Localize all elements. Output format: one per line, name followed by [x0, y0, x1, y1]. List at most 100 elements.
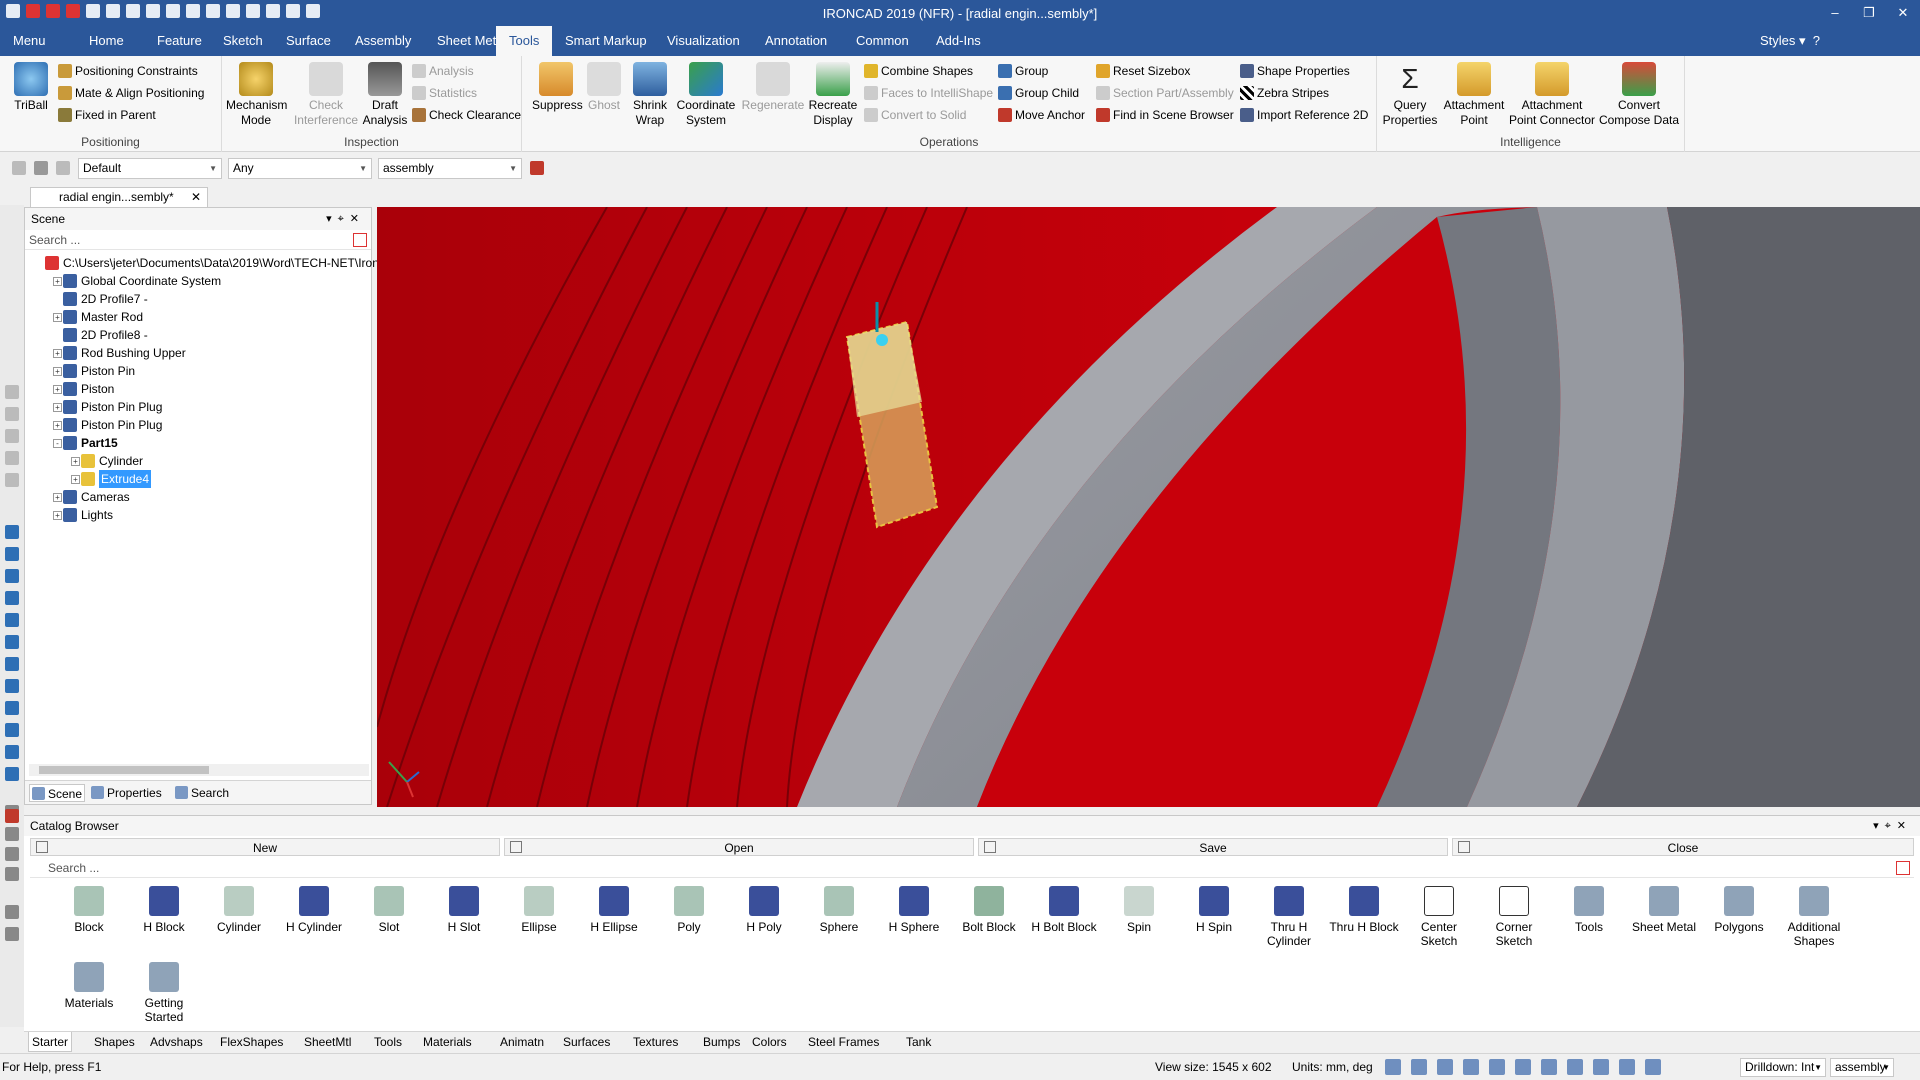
find-in-scene-browser-button[interactable]: Find in Scene Browser — [1096, 106, 1234, 124]
catalog-item[interactable]: Ellipse — [502, 886, 576, 934]
tool-icon[interactable] — [5, 905, 19, 919]
draft-analysis-button[interactable]: Draft Analysis — [360, 62, 410, 128]
scrollbar-thumb[interactable] — [39, 766, 209, 774]
catalog-tab[interactable]: SheetMtl — [301, 1032, 354, 1052]
tree-node[interactable]: + Global Coordinate System — [29, 272, 369, 290]
catalog-item[interactable]: H Sphere — [877, 886, 951, 934]
catalog-search-input[interactable]: Search ... — [30, 858, 1914, 878]
convert-to-solid-button[interactable]: Convert to Solid — [864, 106, 966, 124]
positioning-constraints-button[interactable]: Positioning Constraints — [58, 62, 198, 80]
horizontal-scrollbar[interactable] — [29, 764, 369, 776]
reset-sizebox-button[interactable]: Reset Sizebox — [1096, 62, 1190, 80]
catalog-tab[interactable]: Advshaps — [147, 1032, 206, 1052]
catalog-item[interactable]: Sphere — [802, 886, 876, 934]
select-filter-icon[interactable] — [12, 161, 26, 175]
tab-home[interactable]: Home — [76, 26, 137, 56]
analysis-button[interactable]: Analysis — [412, 62, 474, 80]
catalog-tab[interactable]: Textures — [630, 1032, 681, 1052]
expand-icon[interactable]: + — [53, 385, 62, 394]
expand-icon[interactable]: + — [53, 349, 62, 358]
catalog-tab[interactable]: Steel Frames — [805, 1032, 882, 1052]
tool-icon[interactable] — [5, 385, 19, 399]
tab-add-ins[interactable]: Add-Ins — [923, 26, 994, 56]
catalog-item[interactable]: Poly — [652, 886, 726, 934]
close-icon[interactable]: ✕ — [191, 188, 201, 207]
recreate-display-button[interactable]: Recreate Display — [808, 62, 858, 128]
expand-icon[interactable]: + — [71, 475, 80, 484]
tree-node[interactable]: + Extrude4 — [29, 470, 369, 488]
tab-sketch[interactable]: Sketch — [210, 26, 276, 56]
lighting-icon[interactable] — [1541, 1059, 1557, 1075]
catalog-item[interactable]: Thru H Cylinder — [1252, 886, 1326, 948]
panel-controls[interactable]: ▾⌖✕ — [326, 208, 365, 230]
catalog-item[interactable]: Getting Started — [127, 962, 201, 1024]
catalog-item[interactable]: H Spin — [1177, 886, 1251, 934]
query-properties-button[interactable]: Σ Query Properties — [1381, 62, 1439, 128]
catalog-item[interactable]: H Block — [127, 886, 201, 934]
anchor-handle[interactable] — [876, 334, 888, 346]
view-icon[interactable] — [5, 613, 19, 627]
catalog-open-button[interactable]: Open — [504, 838, 974, 856]
3d-viewport[interactable] — [377, 207, 1920, 807]
combine-shapes-button[interactable]: Combine Shapes — [864, 62, 973, 80]
catalog-tab[interactable]: Tank — [903, 1032, 934, 1052]
view-icon[interactable] — [5, 767, 19, 781]
catalog-tab[interactable]: FlexShapes — [217, 1032, 286, 1052]
view-icon[interactable] — [5, 525, 19, 539]
catalog-item[interactable]: H Poly — [727, 886, 801, 934]
pointer-icon[interactable] — [34, 161, 48, 175]
view-icon[interactable] — [5, 679, 19, 693]
move-anchor-button[interactable]: Move Anchor — [998, 106, 1085, 124]
tab-smart-markup[interactable]: Smart Markup — [552, 26, 660, 56]
catalog-tab[interactable]: Colors — [749, 1032, 790, 1052]
tool-icon[interactable] — [5, 451, 19, 465]
catalog-item[interactable]: Additional Shapes — [1777, 886, 1851, 948]
tree-node[interactable]: 2D Profile7 - — [29, 290, 369, 308]
tab-common[interactable]: Common — [843, 26, 922, 56]
render-icon[interactable] — [1515, 1059, 1531, 1075]
selection-icon[interactable] — [1645, 1059, 1661, 1075]
tree-node[interactable]: 2D Profile8 - — [29, 326, 369, 344]
tab-menu[interactable]: Menu — [0, 26, 59, 56]
zoom-fit-icon[interactable] — [1411, 1059, 1427, 1075]
tool-icon[interactable] — [5, 429, 19, 443]
catalog-item[interactable]: H Cylinder — [277, 886, 351, 934]
tree-node[interactable]: + Cylinder — [29, 452, 369, 470]
catalog-close-button[interactable]: Close — [1452, 838, 1914, 856]
tool-icon[interactable] — [5, 867, 19, 881]
clear-search-icon[interactable] — [353, 233, 367, 247]
orbit-icon[interactable] — [1489, 1059, 1505, 1075]
group-child-button[interactable]: Group Child — [998, 84, 1079, 102]
clear-search-icon[interactable] — [1896, 861, 1910, 875]
tab-visualization[interactable]: Visualization — [654, 26, 753, 56]
view-icon[interactable] — [5, 701, 19, 715]
catalog-item[interactable]: H Bolt Block — [1027, 886, 1101, 934]
catalog-item[interactable]: Center Sketch — [1402, 886, 1476, 948]
shape-properties-button[interactable]: Shape Properties — [1240, 62, 1350, 80]
catalog-item[interactable]: Cylinder — [202, 886, 276, 934]
zebra-stripes-button[interactable]: Zebra Stripes — [1240, 84, 1329, 102]
catalog-new-button[interactable]: New — [30, 838, 500, 856]
expand-icon[interactable]: + — [53, 421, 62, 430]
view-icon[interactable] — [5, 591, 19, 605]
tree-node[interactable]: + Master Rod — [29, 308, 369, 326]
catalog-item[interactable]: H Slot — [427, 886, 501, 934]
tree-node[interactable]: + Rod Bushing Upper — [29, 344, 369, 362]
marker-icon[interactable] — [5, 809, 19, 823]
catalog-tab[interactable]: Bumps — [700, 1032, 743, 1052]
catalog-tab[interactable]: Tools — [371, 1032, 405, 1052]
catalog-tab[interactable]: Animatn — [497, 1032, 547, 1052]
display-icon[interactable] — [1567, 1059, 1583, 1075]
close-button[interactable]: ✕ — [1886, 0, 1920, 26]
coordinate-system-button[interactable]: Coordinate System — [674, 62, 738, 128]
view-icon[interactable] — [5, 547, 19, 561]
tree-node[interactable]: + Piston Pin Plug — [29, 416, 369, 434]
zoom-icon[interactable] — [1385, 1059, 1401, 1075]
expand-icon[interactable]: + — [53, 511, 62, 520]
tree-node[interactable]: + Piston — [29, 380, 369, 398]
attachment-point-connector-button[interactable]: Attachment Point Connector — [1507, 62, 1597, 128]
expand-icon[interactable]: + — [53, 277, 62, 286]
tab-tools[interactable]: Tools — [496, 26, 553, 56]
view-icon[interactable] — [5, 569, 19, 583]
catalog-item[interactable]: Thru H Block — [1327, 886, 1401, 934]
